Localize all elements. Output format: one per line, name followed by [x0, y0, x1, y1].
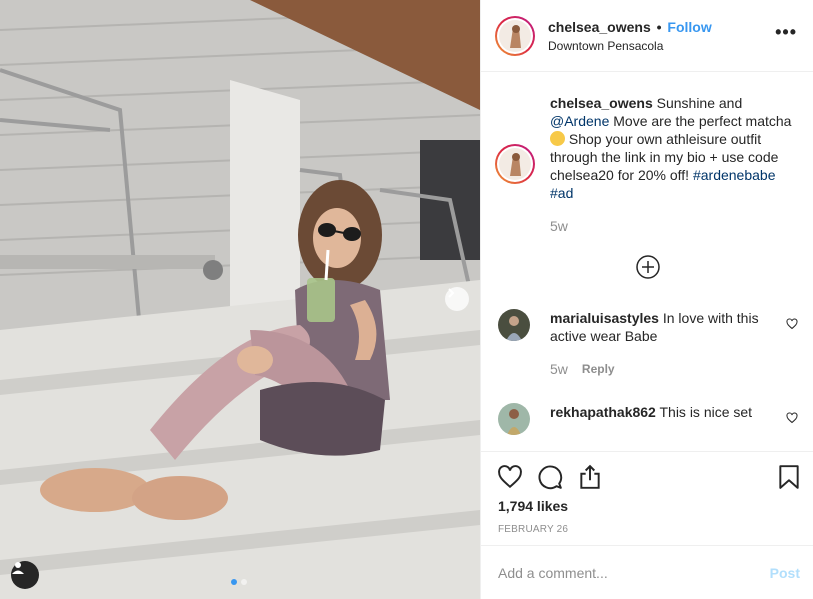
- commenter-avatar-image: [498, 403, 530, 435]
- next-photo-button[interactable]: [445, 287, 469, 311]
- comment-text: This is nice set: [655, 404, 753, 420]
- next-arrow-icon: [448, 288, 455, 298]
- like-button[interactable]: [497, 464, 523, 495]
- comment-icon: [538, 465, 563, 490]
- commenter-avatar[interactable]: [498, 403, 530, 435]
- header-separator: •: [656, 18, 662, 35]
- smiley-emoji-icon: [550, 131, 565, 146]
- user-tag-button[interactable]: [11, 561, 39, 589]
- post-side-panel: chelsea_owens • Follow Downtown Pensacol…: [480, 0, 813, 599]
- post-comment-button[interactable]: Post: [770, 565, 800, 581]
- caption-avatar-image: [499, 148, 531, 180]
- share-icon: [580, 464, 600, 489]
- caption-avatar[interactable]: [495, 144, 535, 184]
- carousel-dot-2: [241, 579, 247, 585]
- hashtag-ardenebabe[interactable]: #ardenebabe: [693, 167, 776, 183]
- comments-section: chelsea_owens Sunshine and @Ardene Move …: [481, 73, 813, 451]
- add-comment-bar: Post: [481, 545, 813, 599]
- caption-text-part-1: Sunshine and: [652, 95, 743, 111]
- comment-item: marialuisastyles In love with this activ…: [498, 309, 798, 378]
- share-button[interactable]: [577, 464, 603, 495]
- comment-username[interactable]: marialuisastyles: [550, 310, 659, 326]
- heart-icon: [786, 318, 798, 330]
- comment-button[interactable]: [537, 464, 563, 495]
- photo-illustration: [0, 0, 480, 599]
- caption-username[interactable]: chelsea_owens: [550, 95, 653, 111]
- bookmark-icon: [779, 465, 799, 489]
- heart-icon: [786, 412, 798, 424]
- author-avatar[interactable]: [495, 15, 535, 56]
- post-date[interactable]: FEBRUARY 26: [498, 524, 568, 535]
- heart-icon: [498, 465, 522, 489]
- author-avatar-image: [499, 19, 531, 52]
- comment-input[interactable]: [498, 564, 770, 581]
- post-caption: chelsea_owens Sunshine and @Ardene Move …: [495, 94, 800, 235]
- commenter-avatar[interactable]: [498, 309, 530, 341]
- load-more-icon: [636, 255, 660, 279]
- comment-username[interactable]: rekhapathak862: [550, 404, 656, 420]
- author-username[interactable]: chelsea_owens: [548, 19, 651, 35]
- more-options-icon[interactable]: •••: [775, 22, 797, 43]
- user-tag-icon: [12, 562, 24, 574]
- carousel-indicator: [231, 579, 247, 585]
- comment-like-button[interactable]: [786, 317, 798, 335]
- comment-item: rekhapathak862 This is nice set: [498, 403, 798, 435]
- reply-button[interactable]: Reply: [582, 360, 615, 378]
- commenter-avatar-image: [498, 309, 530, 341]
- hashtag-ad[interactable]: #ad: [550, 185, 573, 201]
- save-button[interactable]: [777, 464, 801, 495]
- carousel-dot-1: [231, 579, 237, 585]
- instagram-post: chelsea_owens • Follow Downtown Pensacol…: [0, 0, 813, 599]
- caption-time[interactable]: 5w: [550, 217, 793, 235]
- comment-like-button[interactable]: [786, 411, 798, 429]
- load-more-comments-button[interactable]: [636, 255, 660, 279]
- comment-time[interactable]: 5w: [550, 360, 568, 378]
- post-actions: 1,794 likes FEBRUARY 26: [481, 451, 813, 545]
- likes-count[interactable]: 1,794 likes: [498, 498, 568, 514]
- post-header: chelsea_owens • Follow Downtown Pensacol…: [481, 0, 813, 72]
- caption-text-part-2: Move are the perfect matcha: [609, 113, 792, 129]
- post-photo[interactable]: [0, 0, 480, 599]
- caption-text: chelsea_owens Sunshine and @Ardene Move …: [550, 94, 793, 202]
- post-location[interactable]: Downtown Pensacola: [548, 38, 775, 54]
- caption-mention[interactable]: @Ardene: [550, 113, 609, 129]
- follow-button[interactable]: Follow: [667, 19, 711, 35]
